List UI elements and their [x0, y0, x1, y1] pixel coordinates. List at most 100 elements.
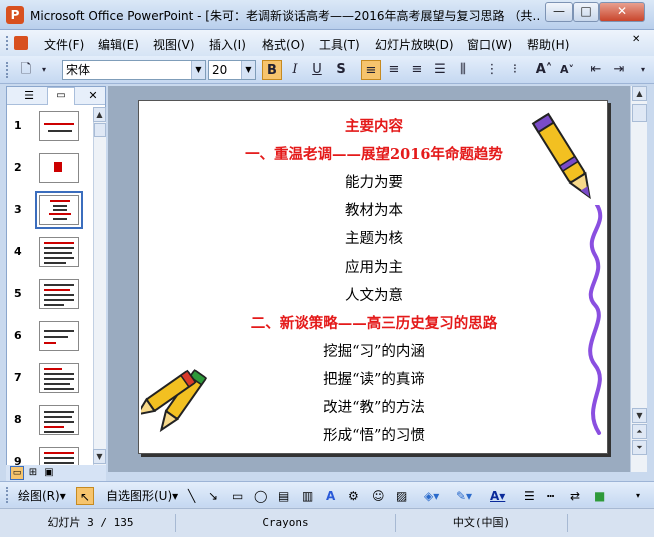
scroll-down-icon[interactable]: ▼	[632, 408, 647, 423]
panel-tabs: ☰ ▭ ✕	[7, 87, 105, 105]
slide-canvas[interactable]: 主要内容 一、重温老调——展望2016年命题趋势 能力为要 教材为本 主题为核 …	[138, 100, 608, 454]
slide-scrollbar[interactable]: ▲ ▼ ⏶ ⏷	[630, 86, 647, 472]
wordart-icon[interactable]: A	[326, 487, 335, 505]
toolbar-options-icon[interactable]: ▾	[636, 60, 650, 80]
menu-file[interactable]: 文件(F)	[44, 36, 84, 53]
scroll-down-icon[interactable]: ▼	[93, 449, 106, 464]
dash-style-icon[interactable]: ┅	[547, 487, 554, 505]
thumbnail-slide[interactable]: 9	[7, 443, 91, 465]
line-tool-icon[interactable]: ╲	[188, 487, 195, 505]
scroll-up-icon[interactable]: ▲	[93, 107, 106, 122]
numbering-icon[interactable]: ⋮	[482, 60, 502, 80]
shadow-button[interactable]: S	[331, 60, 351, 80]
clipart-icon[interactable]: ☺	[372, 487, 385, 505]
squiggle-decoration	[588, 205, 603, 435]
close-button[interactable]: ✕	[599, 2, 645, 22]
slide-sorter-icon[interactable]: ⊞	[26, 466, 40, 480]
document-icon[interactable]	[14, 36, 28, 50]
scroll-thumb[interactable]	[94, 123, 106, 137]
menu-view[interactable]: 视图(V)	[153, 36, 195, 53]
slides-tab-icon[interactable]: ▭	[47, 87, 75, 105]
slide-item[interactable]: 挖掘“习”的内涵	[139, 340, 609, 361]
select-pointer-icon[interactable]: ↖	[76, 487, 94, 505]
window-title: Microsoft Office PowerPoint - [朱可：老调新谈话高…	[30, 9, 540, 23]
menu-help[interactable]: 帮助(H)	[527, 36, 569, 53]
view-buttons: ▭ ⊞ ▣	[6, 465, 106, 481]
font-color-icon[interactable]: A▾	[490, 487, 505, 505]
diagram-icon[interactable]: ⚙	[348, 487, 359, 505]
slide-thumbnail	[39, 237, 79, 267]
new-document-icon[interactable]: 🗋	[16, 60, 36, 80]
normal-view-icon[interactable]: ▭	[10, 466, 24, 480]
thumbnail-slide[interactable]: 3	[7, 191, 91, 233]
close-panel-icon[interactable]: ✕	[85, 88, 101, 104]
autoshapes-menu-button[interactable]: 自选图形(U)▾	[106, 487, 178, 505]
menu-window[interactable]: 窗口(W)	[467, 36, 512, 53]
menu-edit[interactable]: 编辑(E)	[98, 36, 139, 53]
increase-indent-icon[interactable]: ⇥	[609, 60, 629, 80]
oval-tool-icon[interactable]: ◯	[254, 487, 267, 505]
minimize-button[interactable]: —	[545, 2, 573, 22]
arrow-tool-icon[interactable]: ↘	[208, 487, 218, 505]
slide-thumbnail	[39, 111, 79, 141]
chevron-down-icon[interactable]: ▼	[191, 61, 205, 79]
language-indicator: 中文(中国)	[396, 514, 568, 532]
line-style-icon[interactable]: ☰	[524, 487, 535, 505]
draw-menu-button[interactable]: 绘图(R)▾	[18, 487, 66, 505]
menu-tools[interactable]: 工具(T)	[319, 36, 360, 53]
slide-thumbnail	[39, 363, 79, 393]
drawing-toolbar: 绘图(R)▾ ↖ 自选图形(U)▾ ╲ ↘ ▭ ◯ ▤ ▥ A ⚙ ☺ ▨ ◈▾…	[0, 481, 654, 507]
textbox-tool-icon[interactable]: ▤	[278, 487, 289, 505]
toolbar-options-icon[interactable]: ▾	[38, 60, 50, 80]
scroll-up-icon[interactable]: ▲	[632, 86, 647, 101]
next-slide-icon[interactable]: ⏷	[632, 440, 647, 455]
bold-button[interactable]: B	[262, 60, 282, 80]
menu-format[interactable]: 格式(O)	[262, 36, 305, 53]
slide-editing-area[interactable]: 主要内容 一、重温老调——展望2016年命题趋势 能力为要 教材为本 主题为核 …	[108, 86, 630, 472]
thumbnail-slide[interactable]: 6	[7, 317, 91, 359]
font-name-value: 宋体	[66, 63, 91, 77]
thumbnail-slide[interactable]: 8	[7, 401, 91, 443]
italic-button[interactable]: I	[285, 60, 305, 80]
align-center-icon[interactable]: ≡	[384, 60, 404, 80]
close-document-icon[interactable]: ✕	[632, 34, 640, 45]
slideshow-icon[interactable]: ▣	[42, 466, 56, 480]
chevron-down-icon[interactable]: ▼	[241, 61, 255, 79]
menu-slideshow[interactable]: 幻灯片放映(D)	[375, 36, 454, 53]
slide-item[interactable]: 主题为核	[139, 227, 609, 248]
thumbnail-slide[interactable]: 5	[7, 275, 91, 317]
thumbnail-slide[interactable]: 1	[7, 107, 91, 149]
font-size-combo[interactable]: 20 ▼	[208, 60, 256, 80]
outline-tab-icon[interactable]: ☰	[15, 89, 43, 103]
thumbnail-slide[interactable]: 4	[7, 233, 91, 275]
distributed-icon[interactable]: ☰	[430, 60, 450, 80]
fill-color-icon[interactable]: ◈▾	[424, 487, 439, 505]
thumbnail-slide[interactable]: 2	[7, 149, 91, 191]
line-color-icon[interactable]: ✎▾	[456, 487, 472, 505]
previous-slide-icon[interactable]: ⏶	[632, 424, 647, 439]
slide-section-2[interactable]: 二、新谈策略——高三历史复习的思路	[139, 312, 609, 333]
decrease-indent-icon[interactable]: ⇤	[586, 60, 606, 80]
decrease-font-button[interactable]: A˅	[557, 60, 577, 80]
thumbnail-scrollbar[interactable]: ▲ ▼	[93, 107, 106, 465]
shadow-style-icon[interactable]: ■	[594, 487, 605, 505]
align-left-icon[interactable]: ≡	[361, 60, 381, 80]
toolbar-options-icon[interactable]: ▾	[636, 487, 640, 505]
grip-icon	[6, 487, 9, 503]
bullets-icon[interactable]: ⁝	[505, 60, 525, 80]
picture-icon[interactable]: ▨	[396, 487, 407, 505]
slide-item[interactable]: 人文为意	[139, 284, 609, 305]
increase-font-button[interactable]: A˄	[534, 60, 554, 80]
thumbnail-slide[interactable]: 7	[7, 359, 91, 401]
slide-item[interactable]: 应用为主	[139, 256, 609, 277]
arrow-style-icon[interactable]: ⇄	[570, 487, 580, 505]
font-name-combo[interactable]: 宋体 ▼	[62, 60, 206, 80]
columns-icon[interactable]: ⫼	[453, 60, 473, 80]
rectangle-tool-icon[interactable]: ▭	[232, 487, 243, 505]
maximize-button[interactable]: □	[573, 2, 599, 22]
align-right-icon[interactable]: ≡	[407, 60, 427, 80]
vertical-textbox-icon[interactable]: ▥	[302, 487, 313, 505]
underline-button[interactable]: U	[307, 60, 327, 80]
scroll-thumb[interactable]	[632, 104, 647, 122]
menu-insert[interactable]: 插入(I)	[209, 36, 246, 53]
